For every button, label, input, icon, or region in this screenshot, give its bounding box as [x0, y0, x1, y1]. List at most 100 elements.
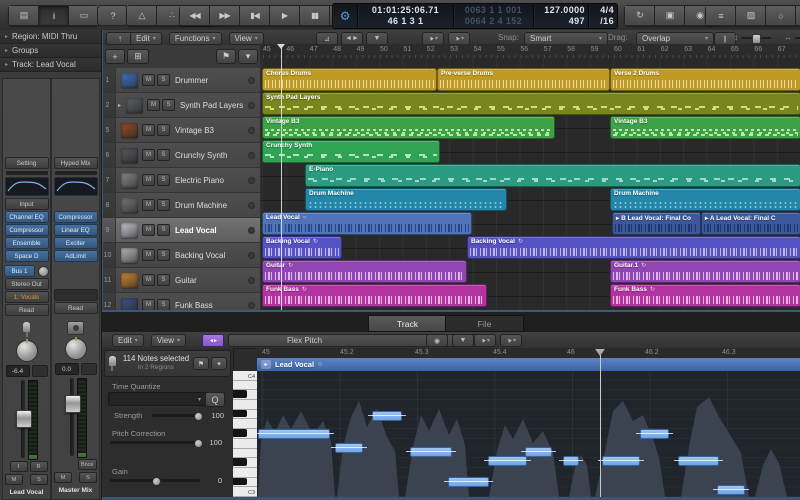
black-key[interactable] [233, 390, 257, 400]
solo-button[interactable]: S [157, 74, 170, 86]
list-editors-button[interactable]: ≡ [705, 5, 736, 26]
region-vintage-b3[interactable]: Vintage B3 [262, 116, 555, 139]
playhead-marker[interactable] [277, 44, 285, 53]
cycle-button[interactable]: ↻ [624, 5, 655, 26]
automation-mode-button[interactable]: Read [5, 304, 49, 316]
flex-pitch-note[interactable] [640, 429, 669, 439]
editor-playhead[interactable] [600, 350, 601, 497]
input-slot[interactable]: Input [5, 198, 49, 210]
plugin-slot-ensemble[interactable]: Ensemble [5, 237, 49, 249]
pitch-correction-slider[interactable] [110, 441, 200, 444]
white-key[interactable] [233, 468, 257, 478]
autopunch-button[interactable]: ▣ [655, 5, 685, 26]
flex-pitch-note[interactable] [602, 456, 640, 466]
group-slot[interactable]: 1: Vocals [5, 291, 49, 303]
solo-button[interactable]: S [157, 199, 170, 211]
bounce-button[interactable]: Bnce [78, 459, 97, 470]
note-pads-button[interactable]: ▨ [736, 5, 766, 26]
region-synth-pad-layers[interactable]: Synth Pad Layers [262, 92, 800, 115]
input-monitor-dot[interactable] [248, 77, 255, 84]
solo-button[interactable]: S [157, 274, 170, 286]
plugin-slot-exciter[interactable]: Exciter [54, 237, 98, 249]
region-funk-bass[interactable]: Funk Bass↻ [262, 284, 487, 307]
pause-button[interactable]: ▮▮ [300, 5, 330, 26]
mute-button[interactable]: M [142, 249, 155, 261]
flex-pitch-note[interactable] [335, 443, 363, 453]
apple-loops-button[interactable]: ○ [766, 5, 796, 26]
track-flag-button[interactable]: ⚑ [216, 49, 236, 64]
menu-edit[interactable]: Edit▾ [112, 334, 144, 347]
input-monitor-dot[interactable] [248, 177, 255, 184]
mute-button[interactable]: M [142, 224, 155, 236]
library-button[interactable]: ▤ [8, 5, 39, 26]
left-click-tool-menu[interactable]: ▲▾ [474, 334, 496, 347]
mute-button[interactable]: M [147, 99, 160, 111]
filter-button[interactable]: ▼ [452, 334, 474, 347]
mute-button[interactable]: M [142, 274, 155, 286]
input-monitor-dot[interactable] [248, 202, 255, 209]
plugin-slot-adlimit[interactable]: AdLimit [54, 250, 98, 262]
record-enable-button[interactable]: R [30, 461, 48, 472]
input-monitor-dot[interactable] [248, 277, 255, 284]
playhead[interactable] [281, 44, 282, 310]
region-crunchy-synth[interactable]: Crunchy Synth [262, 140, 440, 163]
quick-help-button[interactable]: ? [97, 5, 128, 26]
mute-button[interactable]: M [142, 199, 155, 211]
output-slot[interactable]: Stereo Out [5, 278, 49, 290]
disclosure-triangle-icon[interactable]: ▸ [118, 102, 121, 109]
track-header-electric-piano[interactable]: 7MSElectric Piano [100, 168, 260, 193]
flex-pitch-note[interactable] [678, 456, 719, 466]
input-monitor-dot[interactable] [248, 302, 255, 309]
tab-file[interactable]: File [445, 315, 524, 332]
region-backing-vocal[interactable]: Backing Vocal↻ [262, 236, 342, 259]
region-drum-machine[interactable]: Drum Machine [610, 188, 800, 211]
channel-strip-name[interactable]: Lead Vocal [10, 489, 44, 496]
solo-button[interactable]: S [157, 149, 170, 161]
channel-setting-button[interactable]: Setting [5, 157, 49, 169]
black-key[interactable] [233, 410, 257, 420]
white-key[interactable] [233, 419, 257, 429]
region-guitar[interactable]: Guitar↻ [262, 260, 467, 283]
tab-track[interactable]: Track [368, 315, 447, 332]
flex-pitch-note[interactable] [410, 447, 452, 457]
rewind-button[interactable]: ◀◀ [179, 5, 210, 26]
region-vintage-b3[interactable]: Vintage B3 [610, 116, 800, 139]
tracks-area[interactable]: Chorus DrumsPre-verse DrumsVerse 2 Drums… [260, 58, 800, 310]
flex-pitch-note[interactable] [488, 456, 527, 466]
track-header-lead-vocal[interactable]: 9MSLead Vocal [100, 218, 260, 243]
send-knob[interactable] [38, 266, 49, 277]
inspector-section-region[interactable]: ▸Region: MIDI Thru [0, 30, 101, 44]
region-funk-bass[interactable]: Funk Bass↻ [610, 284, 800, 307]
flex-pitch-editor[interactable] [257, 371, 800, 497]
horizontal-zoom-slider[interactable]: ↔ [784, 33, 800, 42]
mute-button[interactable]: M [142, 124, 155, 136]
lcd-display[interactable]: ⚙ 01:01:25:06.71 46 1 3 1 0063 1 1 001 0… [332, 3, 618, 29]
flex-pitch-note[interactable] [448, 477, 489, 487]
mute-button[interactable]: M [142, 149, 155, 161]
vertical-zoom-slider[interactable]: ↕ [734, 33, 771, 42]
volume-fader[interactable] [21, 380, 25, 458]
volume-value[interactable]: 0.0 [55, 363, 79, 375]
black-key[interactable] [233, 478, 257, 488]
track-header-guitar[interactable]: 11MSGuitar [100, 268, 260, 293]
quantize-apply-button[interactable]: Q [205, 392, 225, 407]
white-key[interactable] [233, 400, 257, 410]
channel-strip-name[interactable]: Master Mix [59, 487, 93, 494]
quantize-value-menu[interactable]: ▾ [108, 392, 206, 406]
solo-button[interactable]: S [79, 472, 97, 483]
command-click-tool-menu[interactable]: ▲▾ [500, 334, 522, 347]
solo-button[interactable]: S [162, 99, 175, 111]
solo-button[interactable]: S [157, 174, 170, 186]
black-key[interactable] [233, 458, 257, 468]
input-monitor-dot[interactable] [248, 152, 255, 159]
pan-knob[interactable] [65, 338, 87, 360]
flex-pitch-note[interactable] [258, 429, 330, 439]
bar-ruler[interactable]: 4546474849505152535455565758596061626364… [260, 44, 800, 59]
smart-controls-button[interactable]: ▭ [69, 5, 99, 26]
input-monitor-button[interactable]: I [10, 461, 28, 472]
editor-playhead-marker[interactable] [595, 349, 605, 361]
region-a-lead-vocal-final-c[interactable]: ▸ A Lead Vocal: Final C [701, 212, 800, 235]
plugin-slot-channel-eq[interactable]: Channel EQ [5, 211, 49, 223]
plugin-slot-space-d[interactable]: Space D [5, 250, 49, 262]
flex-pitch-note[interactable] [563, 456, 579, 466]
